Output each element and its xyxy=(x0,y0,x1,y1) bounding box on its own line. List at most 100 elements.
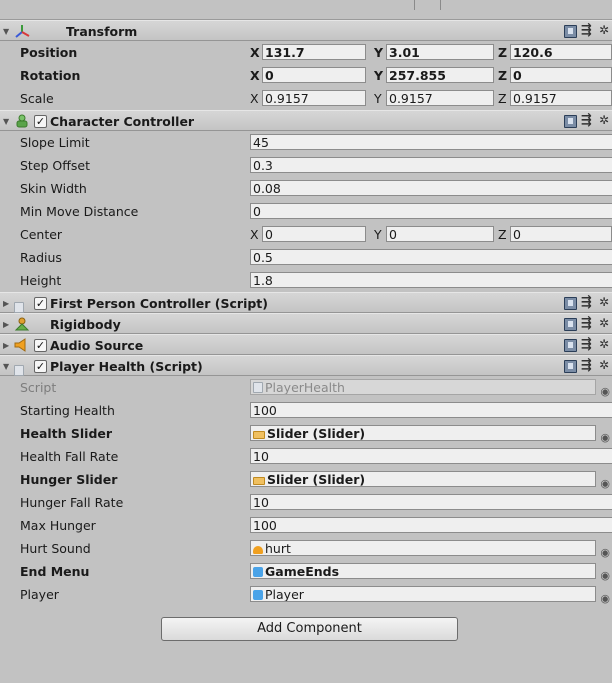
axis-label-y[interactable]: Y xyxy=(374,223,382,246)
axis-label-y[interactable]: Y xyxy=(374,87,382,110)
component-header-player-health[interactable]: ▼ ✓ Player Health (Script) ⇶ ✲ xyxy=(0,355,612,376)
axis-label-x[interactable]: X xyxy=(250,87,259,110)
position-z-input[interactable]: 120.6 xyxy=(510,44,612,60)
foldout-arrow-icon[interactable]: ▶ xyxy=(3,314,11,335)
vector-y: Y 0 xyxy=(374,223,498,246)
player-field[interactable]: Player xyxy=(250,586,596,602)
field-row: Min Move Distance 0 xyxy=(0,200,612,223)
health-slider-field[interactable]: Slider (Slider) xyxy=(250,425,596,441)
axis-label-x[interactable]: X xyxy=(250,64,260,87)
position-y-input[interactable]: 3.01 xyxy=(386,44,494,60)
inspector-panel: ▼ Transform ⇶ ✲ Position X 131.7 Y 3.01 … xyxy=(0,20,612,666)
height-input[interactable]: 1.8 xyxy=(250,272,612,288)
component-header-transform[interactable]: ▼ Transform ⇶ ✲ xyxy=(0,20,612,41)
gear-icon[interactable]: ✲ xyxy=(599,313,609,334)
radius-input[interactable]: 0.5 xyxy=(250,249,612,265)
axis-label-z[interactable]: Z xyxy=(498,64,507,87)
field-row: Height 1.8 xyxy=(0,269,612,292)
foldout-arrow-icon[interactable]: ▼ xyxy=(3,21,11,42)
starting-health-input[interactable]: 100 xyxy=(250,402,612,418)
gear-icon[interactable]: ✲ xyxy=(599,334,609,355)
gear-icon[interactable]: ✲ xyxy=(599,110,609,131)
axis-label-z[interactable]: Z xyxy=(498,223,507,246)
axis-label-z[interactable]: Z xyxy=(498,41,507,64)
component-header-first-person-controller[interactable]: ▶ ✓ First Person Controller (Script) ⇶ ✲ xyxy=(0,292,612,313)
position-x-input[interactable]: 131.7 xyxy=(262,44,366,60)
field-row: Starting Health 100 xyxy=(0,399,612,422)
preset-icon[interactable]: ⇶ xyxy=(581,313,592,334)
gear-icon[interactable]: ✲ xyxy=(599,355,609,376)
preset-icon[interactable]: ⇶ xyxy=(581,110,592,131)
preset-icon[interactable]: ⇶ xyxy=(581,20,592,41)
help-book-icon[interactable] xyxy=(564,115,577,128)
scale-z-input[interactable]: 0.9157 xyxy=(510,90,612,106)
rotation-x-input[interactable]: 0 xyxy=(262,67,366,83)
component-header-rigidbody[interactable]: ▶ Rigidbody ⇶ ✲ xyxy=(0,313,612,334)
help-book-icon[interactable] xyxy=(564,318,577,331)
field-label: Position xyxy=(20,45,78,60)
foldout-arrow-icon[interactable]: ▶ xyxy=(3,293,11,314)
field-row: Health Fall Rate 10 xyxy=(0,445,612,468)
hunger-fall-rate-input[interactable]: 10 xyxy=(250,494,612,510)
field-label: Height xyxy=(20,273,62,288)
center-x-input[interactable]: 0 xyxy=(262,226,366,242)
slider-icon xyxy=(253,431,265,439)
vector-z: Z 0.9157 xyxy=(498,87,612,110)
field-value: Slider (Slider) xyxy=(267,472,366,487)
center-z-input[interactable]: 0 xyxy=(510,226,612,242)
gear-icon[interactable]: ✲ xyxy=(599,292,609,313)
component-header-character-controller[interactable]: ▼ ✓ Character Controller ⇶ ✲ xyxy=(0,110,612,131)
skin-width-input[interactable]: 0.08 xyxy=(250,180,612,196)
field-row: Max Hunger 100 xyxy=(0,514,612,537)
help-book-icon[interactable] xyxy=(564,25,577,38)
step-offset-input[interactable]: 0.3 xyxy=(250,157,612,173)
field-row: Hunger Slider Slider (Slider) ◉ xyxy=(0,468,612,491)
help-book-icon[interactable] xyxy=(564,297,577,310)
help-book-icon[interactable] xyxy=(564,360,577,373)
scale-y-input[interactable]: 0.9157 xyxy=(386,90,494,106)
scale-x-input[interactable]: 0.9157 xyxy=(262,90,366,106)
rotation-y-input[interactable]: 257.855 xyxy=(386,67,494,83)
hurt-sound-field[interactable]: hurt xyxy=(250,540,596,556)
field-label: Hunger Fall Rate xyxy=(20,495,124,510)
preset-icon[interactable]: ⇶ xyxy=(581,292,592,313)
component-enabled-checkbox[interactable]: ✓ xyxy=(34,297,47,310)
field-row: Radius 0.5 xyxy=(0,246,612,269)
hunger-slider-field[interactable]: Slider (Slider) xyxy=(250,471,596,487)
field-row: Player Player ◉ xyxy=(0,583,612,606)
max-hunger-input[interactable]: 100 xyxy=(250,517,612,533)
field-row: Hurt Sound hurt ◉ xyxy=(0,537,612,560)
foldout-arrow-icon[interactable]: ▶ xyxy=(3,335,11,356)
min-move-distance-input[interactable]: 0 xyxy=(250,203,612,219)
preset-icon[interactable]: ⇶ xyxy=(581,355,592,376)
preset-icon[interactable]: ⇶ xyxy=(581,334,592,355)
component-enabled-checkbox[interactable]: ✓ xyxy=(34,339,47,352)
component-enabled-checkbox[interactable]: ✓ xyxy=(34,360,47,373)
character-controller-icon xyxy=(16,114,28,128)
field-label: Skin Width xyxy=(20,181,87,196)
component-header-audio-source[interactable]: ▶ ✓ Audio Source ⇶ ✲ xyxy=(0,334,612,355)
foldout-arrow-icon[interactable]: ▼ xyxy=(3,356,11,377)
component-enabled-checkbox[interactable]: ✓ xyxy=(34,115,47,128)
slope-limit-input[interactable]: 45 xyxy=(250,134,612,150)
health-fall-rate-input[interactable]: 10 xyxy=(250,448,612,464)
center-y-input[interactable]: 0 xyxy=(386,226,494,242)
axis-label-x[interactable]: X xyxy=(250,41,260,64)
vector-x: X 0.9157 xyxy=(250,87,368,110)
axis-label-z[interactable]: Z xyxy=(498,87,507,110)
foldout-arrow-icon[interactable]: ▼ xyxy=(3,111,11,132)
field-row: Slope Limit 45 xyxy=(0,131,612,154)
help-book-icon[interactable] xyxy=(564,339,577,352)
axis-label-y[interactable]: Y xyxy=(374,41,383,64)
field-row: Step Offset 0.3 xyxy=(0,154,612,177)
end-menu-field[interactable]: GameEnds xyxy=(250,563,596,579)
rotation-z-input[interactable]: 0 xyxy=(510,67,612,83)
add-component-button[interactable]: Add Component xyxy=(161,617,458,641)
center-row: Center X 0 Y 0 Z 0 xyxy=(0,223,612,246)
transform-axes-icon xyxy=(15,25,30,38)
gear-icon[interactable]: ✲ xyxy=(599,20,609,41)
axis-label-x[interactable]: X xyxy=(250,223,259,246)
field-label: Hurt Sound xyxy=(20,541,91,556)
axis-label-y[interactable]: Y xyxy=(374,64,383,87)
script-icon xyxy=(14,297,30,313)
